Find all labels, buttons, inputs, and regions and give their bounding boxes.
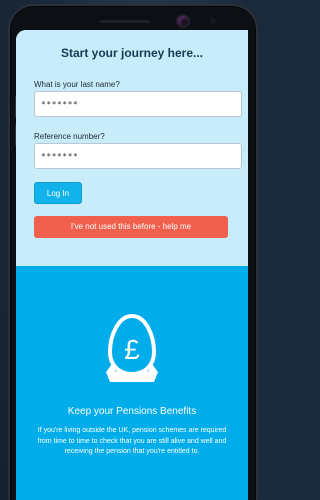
page-title: Start your journey here... bbox=[60, 46, 204, 60]
login-form: Start your journey here... What is your … bbox=[16, 30, 248, 266]
front-camera-icon bbox=[178, 16, 188, 26]
last-name-input[interactable]: ******* bbox=[34, 91, 242, 117]
svg-text:£: £ bbox=[124, 334, 140, 365]
last-name-label: What is your last name? bbox=[34, 80, 120, 89]
reference-number-label: Reference number? bbox=[34, 132, 105, 141]
pensions-benefits-section: £ Keep your Pensions Benefits If you're … bbox=[16, 266, 248, 500]
earpiece-speaker bbox=[100, 20, 150, 23]
proximity-sensor bbox=[210, 18, 216, 24]
promo-description: If you're living outside the UK, pension… bbox=[37, 427, 227, 455]
promo-title: Keep your Pensions Benefits bbox=[67, 406, 197, 417]
login-button[interactable]: Log In bbox=[34, 182, 82, 204]
reference-number-input[interactable]: ******* bbox=[34, 143, 242, 169]
pound-egg-icon: £ bbox=[106, 313, 158, 382]
help-me-button[interactable]: I've not used this before - help me bbox=[34, 216, 228, 238]
app-screen: Start your journey here... What is your … bbox=[16, 30, 248, 500]
